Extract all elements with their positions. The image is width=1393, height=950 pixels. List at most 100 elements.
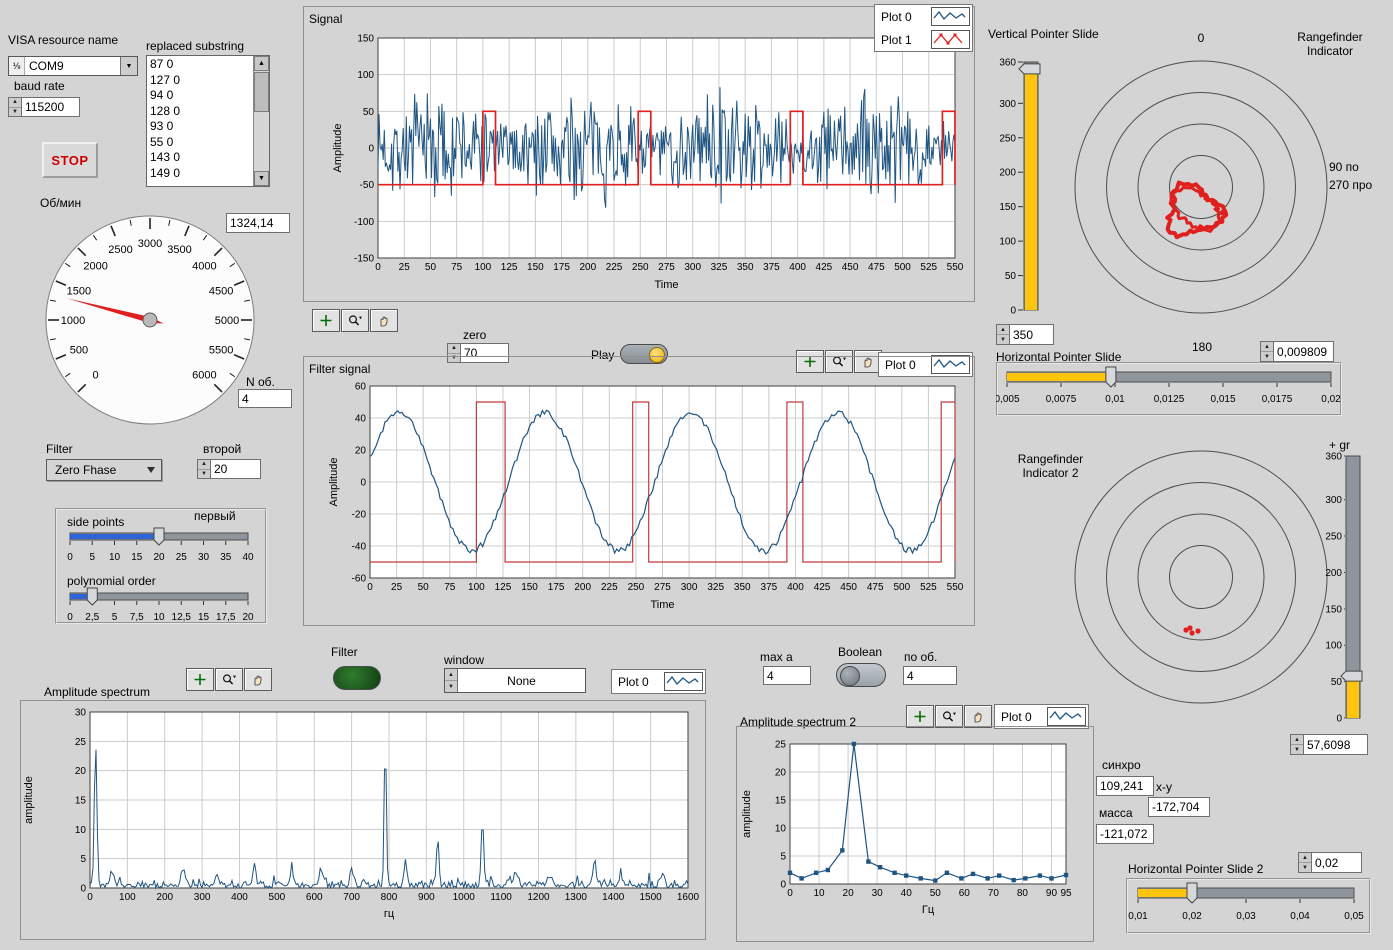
legend-plot0-label[interactable]: Plot 0 <box>881 10 931 24</box>
listbox-items[interactable]: 87 0 127 0 94 0 128 0 93 0 55 0 143 0 14… <box>147 56 253 186</box>
filter-led-button[interactable] <box>333 666 381 690</box>
max-a-value[interactable]: 4 <box>764 667 810 684</box>
horizontal-pointer-slide[interactable]: 0,0050,00750,010,01250,0150,01750,02 <box>996 362 1342 416</box>
gr-increment-decrement-icon[interactable]: ▲▼ <box>1291 735 1304 754</box>
svg-text:100: 100 <box>475 262 492 273</box>
boolean-toggle[interactable] <box>836 663 886 687</box>
listbox-scrollbar[interactable]: ▲ ▼ <box>253 56 269 186</box>
spectrum2-graph-palette[interactable] <box>906 705 992 728</box>
list-item[interactable]: 128 0 <box>150 104 250 120</box>
zoom-tool-button[interactable] <box>935 705 963 728</box>
svg-text:350: 350 <box>734 582 751 593</box>
hps2-display[interactable]: ▲▼ 0,02 <box>1298 852 1362 873</box>
legend-plot0[interactable]: Plot 0 <box>995 705 1088 728</box>
svg-text:225: 225 <box>606 262 623 273</box>
spectrum-graph-palette[interactable] <box>186 668 272 691</box>
pan-tool-button[interactable] <box>244 668 272 691</box>
list-item[interactable]: 87 0 <box>150 57 250 73</box>
signal-graph[interactable]: 0255075100125150175200225250275300325350… <box>303 14 975 301</box>
horizontal-pointer-slide-2[interactable]: 0,010,020,030,040,05 <box>1126 878 1371 934</box>
list-item[interactable]: 143 0 <box>150 150 250 166</box>
side-points-slider[interactable]: 0510152025303540 <box>60 527 260 565</box>
svg-text:360: 360 <box>1325 452 1342 463</box>
svg-text:Amplitude: Amplitude <box>328 458 340 507</box>
perviy-label: первый <box>194 509 236 523</box>
svg-text:550: 550 <box>947 582 964 593</box>
cursor-tool-button[interactable] <box>312 309 340 332</box>
legend-plot1-label[interactable]: Plot 1 <box>881 33 931 47</box>
svg-text:500: 500 <box>70 345 88 357</box>
cursor-tool-button[interactable] <box>186 668 214 691</box>
svg-text:0,04: 0,04 <box>1290 911 1310 922</box>
polar1-value[interactable]: 0,009809 <box>1274 342 1333 361</box>
polar1-increment-decrement-icon[interactable]: ▲▼ <box>1261 342 1274 361</box>
filter-type-ring[interactable]: Zero Fhase <box>46 459 162 481</box>
list-item[interactable]: 93 0 <box>150 119 250 135</box>
n-ob-value[interactable]: 4 <box>239 390 291 407</box>
scroll-down-icon[interactable]: ▼ <box>254 171 269 186</box>
vertical-pointer-slide-display[interactable]: ▲▼ 350 <box>996 324 1054 345</box>
vtoroy-value[interactable]: 20 <box>211 460 260 478</box>
legend-plot1[interactable]: Plot 1 <box>875 28 972 51</box>
vtoroy-increment-decrement-icon[interactable]: ▲▼ <box>198 460 211 478</box>
amplitude-spectrum-graph[interactable]: 0100200300400500600700800900100011001200… <box>20 702 706 941</box>
replaced-substring-listbox[interactable]: 87 0 127 0 94 0 128 0 93 0 55 0 143 0 14… <box>146 55 270 187</box>
combo-dropdown-icon[interactable]: ▼ <box>120 57 137 75</box>
replaced-substring-label: replaced substring <box>146 39 244 53</box>
list-item[interactable]: 55 0 <box>150 135 250 151</box>
list-item[interactable]: 94 0 <box>150 88 250 104</box>
svg-text:amplitude: amplitude <box>741 790 753 838</box>
scrollbar-thumb[interactable] <box>254 72 269 112</box>
list-item[interactable]: 127 0 <box>150 73 250 89</box>
polar1-value-control[interactable]: ▲▼ 0,009809 <box>1260 341 1334 362</box>
filter-signal-graph[interactable]: 0255075100125150175200225250275300325350… <box>303 362 975 627</box>
zoom-tool-button[interactable] <box>341 309 369 332</box>
legend-plot0[interactable]: Plot 0 <box>612 670 705 693</box>
visa-resource-combo[interactable]: ⅛ COM9 ▼ <box>8 56 138 76</box>
svg-text:200: 200 <box>999 168 1016 179</box>
svg-text:3500: 3500 <box>167 244 191 256</box>
max-a-field[interactable]: 4 <box>763 666 811 685</box>
svg-text:325: 325 <box>711 262 728 273</box>
hps2-increment-decrement-icon[interactable]: ▲▼ <box>1299 853 1312 872</box>
gr-display-value[interactable]: 57,6098 <box>1304 735 1367 754</box>
legend-plot0-label[interactable]: Plot 0 <box>1001 710 1047 724</box>
polynomial-order-slider[interactable]: 02,557,51012,51517,520 <box>60 587 260 625</box>
svg-text:0,015: 0,015 <box>1210 394 1235 405</box>
stop-button[interactable]: STOP <box>42 142 98 178</box>
gr-slider[interactable]: 360300250200150100500 <box>1318 448 1392 728</box>
pan-tool-button[interactable] <box>370 309 398 332</box>
xy-label: x-y <box>1156 780 1172 794</box>
baud-rate-value[interactable]: 115200 <box>22 98 79 116</box>
svg-text:3000: 3000 <box>138 238 162 250</box>
massa-value: -121,072 <box>1097 825 1153 843</box>
legend-plot0-label[interactable]: Plot 0 <box>618 675 664 689</box>
n-ob-field[interactable]: 4 <box>238 389 292 408</box>
pan-tool-button[interactable] <box>964 705 992 728</box>
hps2-display-value[interactable]: 0,02 <box>1312 853 1361 872</box>
scroll-up-icon[interactable]: ▲ <box>254 56 269 71</box>
svg-text:250: 250 <box>999 133 1016 144</box>
list-item[interactable]: 149 0 <box>150 166 250 182</box>
zoom-tool-button[interactable] <box>215 668 243 691</box>
rangefinder-name-line1: Rangefinder <box>1284 30 1376 44</box>
ring-dropdown-icon[interactable] <box>147 467 155 473</box>
po-ob-value[interactable]: 4 <box>904 667 956 684</box>
vtoroy-control[interactable]: ▲▼ 20 <box>197 459 261 479</box>
svg-text:200: 200 <box>574 582 591 593</box>
baud-rate-control[interactable]: ▲▼ 115200 <box>8 97 80 117</box>
vertical-pointer-slide[interactable]: 360300250200150100500 <box>990 50 1046 318</box>
vps-increment-decrement-icon[interactable]: ▲▼ <box>997 325 1010 344</box>
po-ob-field[interactable]: 4 <box>903 666 957 685</box>
window-ring[interactable]: ▲▼ None <box>444 668 586 693</box>
window-increment-decrement-icon[interactable]: ▲▼ <box>445 669 458 692</box>
baud-increment-decrement-icon[interactable]: ▲▼ <box>9 98 22 116</box>
cursor-tool-button[interactable] <box>906 705 934 728</box>
amplitude-spectrum-2-graph[interactable]: 0102030405060708090950510152025Гцamplitu… <box>736 728 1094 943</box>
legend-plot0[interactable]: Plot 0 <box>875 5 972 28</box>
signal-graph-palette[interactable] <box>312 309 398 332</box>
signal-graph-legend[interactable]: Plot 0 Plot 1 <box>874 4 973 52</box>
spectrum-graph-legend[interactable]: Plot 0 <box>611 669 706 694</box>
gr-slide-display[interactable]: ▲▼ 57,6098 <box>1290 734 1368 755</box>
vps-display-value[interactable]: 350 <box>1010 325 1053 344</box>
